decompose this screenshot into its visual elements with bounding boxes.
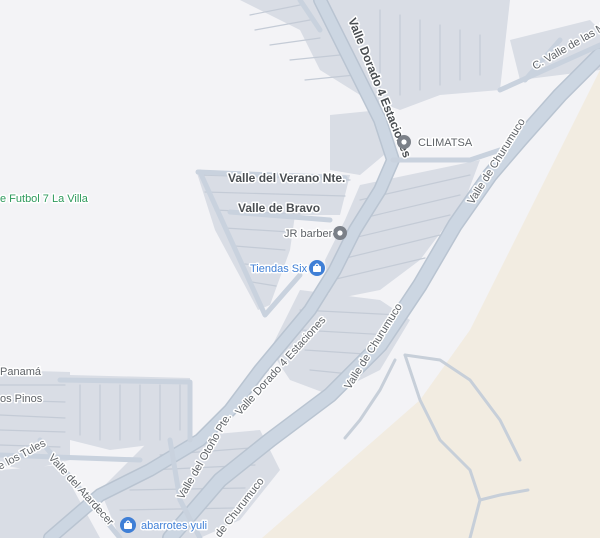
poi-label-futbol[interactable]: e Futbol 7 La Villa [0, 192, 90, 207]
poi-label-tiendas-six: Tiendas Six [250, 263, 308, 275]
street-label-los-pinos: os Pinos [0, 393, 43, 405]
poi-tiendas-six[interactable]: Tiendas Six [249, 260, 325, 277]
street-label-valle-verano: Valle del Verano Nte. [228, 171, 345, 185]
poi-label-jr-barber: JR barber [284, 228, 333, 240]
poi-label-abarrotes: abarrotes yuli [141, 520, 207, 532]
street-label-panama: Panamá [0, 366, 42, 378]
street-label-valle-bravo: Valle de Bravo [238, 201, 320, 215]
poi-jr-barber[interactable]: JR barber [283, 226, 347, 242]
map-canvas[interactable]: Valle Dorado 4 Estaciones Valle del Vera… [0, 0, 600, 538]
poi-abarrotes-yuli[interactable]: abarrotes yuli [120, 517, 209, 534]
poi-climatsa[interactable]: CLIMATSA [397, 135, 474, 151]
poi-label-climatsa: CLIMATSA [418, 137, 473, 149]
map-svg[interactable]: Valle Dorado 4 Estaciones Valle del Vera… [0, 0, 600, 538]
